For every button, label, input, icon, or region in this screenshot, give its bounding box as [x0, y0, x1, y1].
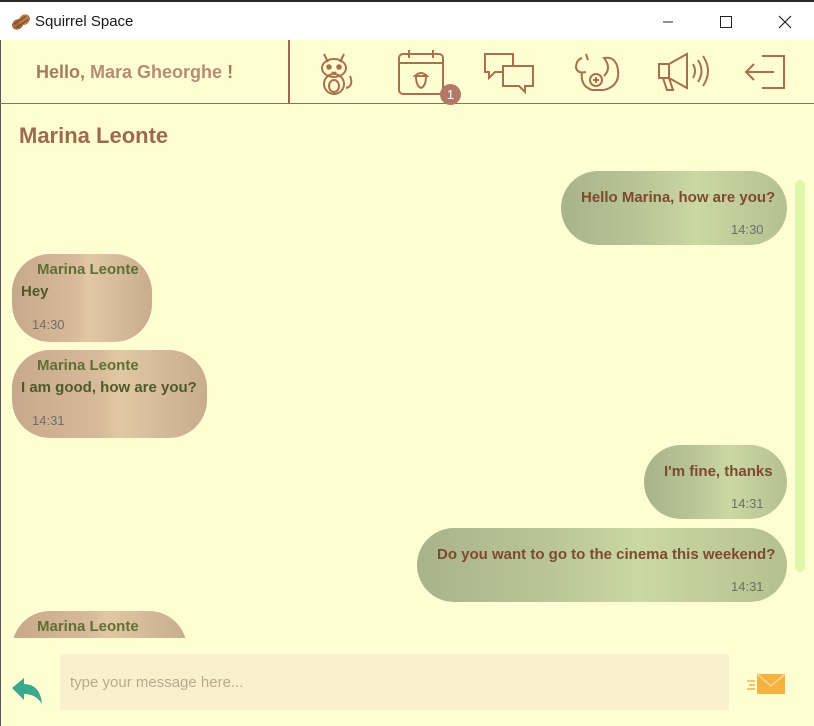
message-sent: I'm fine, thanks 14:31	[644, 445, 787, 519]
window-titlebar: Squirrel Space	[0, 0, 814, 40]
message-text: Do you want to go to the cinema this wee…	[437, 546, 776, 563]
message-received: Marina Leonte	[12, 611, 187, 638]
app-header: Hello, Mara Gheorghe ! 1	[0, 40, 814, 105]
message-text: Hello Marina, how are you?	[581, 189, 776, 206]
maximize-button[interactable]	[703, 6, 749, 38]
close-icon	[778, 15, 792, 29]
message-received: Marina Leonte I am good, how are you? 14…	[12, 350, 207, 438]
maximize-icon	[720, 16, 732, 28]
message-scrollbar[interactable]	[795, 180, 805, 572]
nav-chats-button[interactable]	[481, 46, 537, 98]
message-time: 14:30	[32, 317, 65, 332]
message-text: Hey	[21, 283, 49, 300]
peanut-app-icon	[10, 12, 32, 32]
reply-arrow-icon	[12, 678, 42, 704]
message-time: 14:31	[32, 413, 65, 428]
message-input[interactable]	[60, 654, 729, 710]
greeting-suffix: !	[227, 62, 234, 82]
greeting-prefix: Hello,	[36, 62, 86, 82]
message-sent: Do you want to go to the cinema this wee…	[417, 528, 787, 602]
window-title: Squirrel Space	[35, 13, 134, 30]
nav-logout-button[interactable]	[740, 46, 796, 98]
chat-bubbles-icon	[484, 53, 534, 95]
message-composer	[0, 640, 814, 726]
nav-find-friends-button[interactable]	[568, 46, 624, 98]
back-button[interactable]	[10, 674, 44, 708]
greeting: Hello, Mara Gheorghe !	[36, 62, 233, 83]
message-text: I am good, how are you?	[21, 379, 197, 396]
megaphone-icon	[658, 52, 709, 91]
message-list[interactable]: Hello Marina, how are you? 14:30 Marina …	[0, 160, 790, 638]
message-sent: Hello Marina, how are you? 14:30	[561, 171, 787, 245]
squirrel-add-icon	[574, 53, 620, 91]
header-divider	[288, 40, 290, 103]
message-time: 14:31	[731, 579, 764, 594]
squirrel-face-icon	[321, 53, 353, 95]
message-sender: Marina Leonte	[37, 261, 139, 278]
minimize-icon	[663, 21, 673, 23]
message-sender: Marina Leonte	[37, 357, 139, 374]
send-envelope-icon	[747, 673, 786, 694]
user-name: Mara Gheorghe	[90, 62, 223, 82]
chat-contact-name: Marina Leonte	[19, 123, 169, 148]
minimize-button[interactable]	[645, 6, 691, 38]
message-time: 14:31	[731, 496, 764, 511]
send-button[interactable]	[745, 672, 787, 696]
logout-icon	[744, 55, 785, 89]
message-text: I'm fine, thanks	[664, 463, 773, 480]
message-time: 14:30	[731, 222, 764, 237]
close-button[interactable]	[762, 6, 808, 38]
nav-profile-button[interactable]	[306, 46, 362, 98]
message-received: Marina Leonte Hey 14:30	[12, 254, 152, 342]
message-sender: Marina Leonte	[37, 618, 139, 635]
events-badge: 1	[440, 84, 461, 105]
nav-announcements-button[interactable]	[655, 46, 711, 98]
